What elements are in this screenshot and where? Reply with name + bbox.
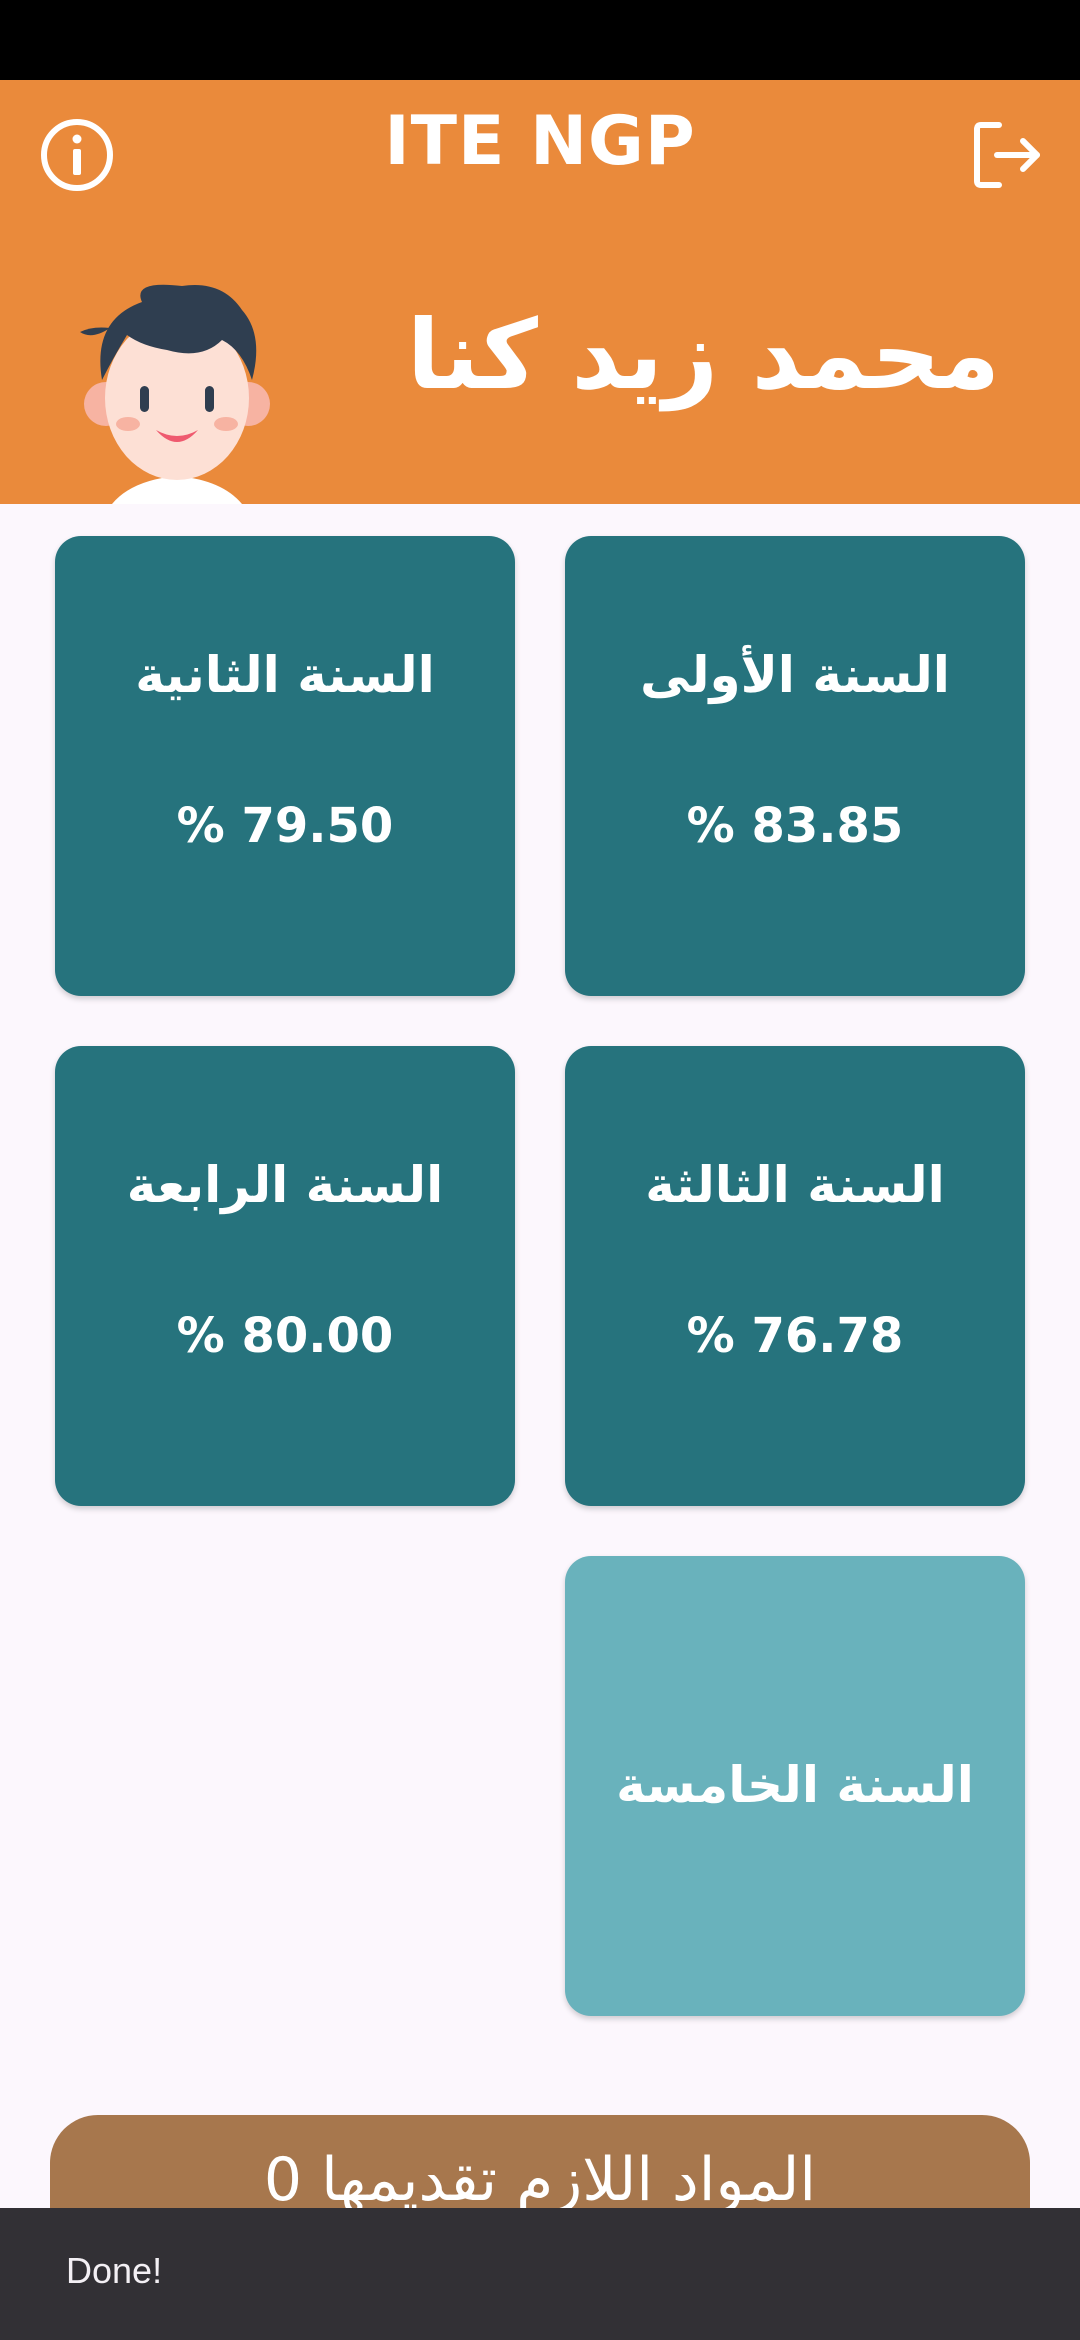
year-percentage: % 79.50 xyxy=(176,798,394,854)
year-percentage: % 76.78 xyxy=(686,1308,904,1364)
student-name: محمد زيد كنا xyxy=(406,299,1000,411)
year-label: السنة الثالثة xyxy=(645,1156,945,1214)
required-subjects-label: المواد اللازم تقديمها 0 xyxy=(263,2145,817,2215)
app-header: ITE NGP محمد زيد كنا xyxy=(0,80,1080,504)
snackbar: Done! xyxy=(0,2208,1080,2340)
year-label: السنة الرابعة xyxy=(126,1156,444,1214)
year-card-1[interactable]: السنة الأولى % 83.85 xyxy=(565,536,1025,996)
year-card-4[interactable]: السنة الرابعة % 80.00 xyxy=(55,1046,515,1506)
logout-icon xyxy=(974,122,1040,188)
year-card-2[interactable]: السنة الثانية % 79.50 xyxy=(55,536,515,996)
app-title: ITE NGP xyxy=(384,102,696,181)
year-label: السنة الخامسة xyxy=(616,1756,974,1814)
year-card-5[interactable]: السنة الخامسة xyxy=(565,1556,1025,2016)
year-label: السنة الثانية xyxy=(135,646,435,704)
snackbar-message: Done! xyxy=(66,2250,163,2291)
year-percentage: % 83.85 xyxy=(686,798,904,854)
logout-button[interactable] xyxy=(962,110,1052,200)
status-bar xyxy=(0,0,1080,80)
year-card-3[interactable]: السنة الثالثة % 76.78 xyxy=(565,1046,1025,1506)
avatar-icon xyxy=(80,284,270,504)
year-percentage: % 80.00 xyxy=(176,1308,394,1364)
year-label: السنة الأولى xyxy=(640,646,950,704)
